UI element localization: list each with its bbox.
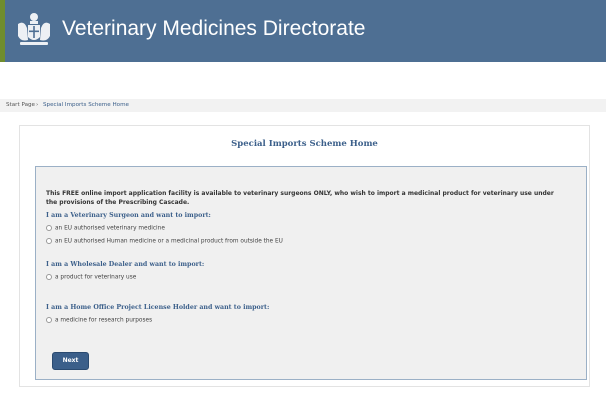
content-card: Special Imports Scheme Home This FREE on… — [19, 125, 590, 387]
breadcrumb: Start Page › Special Imports Scheme Home — [0, 99, 606, 112]
radio-button[interactable] — [46, 274, 52, 280]
option-research-medicine[interactable]: a medicine for research purposes — [46, 317, 152, 324]
option-label: a medicine for research purposes — [55, 317, 153, 324]
page-title: Special Imports Scheme Home — [231, 139, 378, 149]
site-header: Veterinary Medicines Directorate — [0, 0, 606, 62]
royal-crest-icon — [18, 13, 50, 45]
breadcrumb-start-page[interactable]: Start Page — [6, 99, 35, 112]
radio-button[interactable] — [46, 238, 52, 244]
option-eu-human-medicine[interactable]: an EU authorised Human medicine or a med… — [46, 238, 283, 245]
section-heading-veterinary-surgeon: I am a Veterinary Surgeon and want to im… — [46, 212, 211, 219]
option-label: an EU authorised Human medicine or a med… — [55, 238, 283, 245]
radio-button[interactable] — [46, 317, 52, 323]
section-heading-wholesale-dealer: I am a Wholesale Dealer and want to impo… — [46, 261, 205, 268]
breadcrumb-special-imports[interactable]: Special Imports Scheme Home — [43, 99, 129, 112]
option-veterinary-use-product[interactable]: a product for veterinary use — [46, 274, 136, 281]
next-button[interactable]: Next — [52, 352, 89, 370]
option-eu-veterinary-medicine[interactable]: an EU authorised veterinary medicine — [46, 225, 165, 232]
option-label: a product for veterinary use — [55, 274, 137, 281]
option-label: an EU authorised veterinary medicine — [55, 225, 165, 232]
site-title: Veterinary Medicines Directorate — [62, 17, 366, 40]
radio-button[interactable] — [46, 225, 52, 231]
header-accent-bar — [0, 0, 5, 62]
import-options-panel: This FREE online import application faci… — [35, 166, 587, 380]
breadcrumb-separator: › — [36, 102, 39, 108]
intro-text: This FREE online import application faci… — [46, 190, 554, 206]
section-heading-project-license-holder: I am a Home Office Project License Holde… — [46, 304, 270, 311]
